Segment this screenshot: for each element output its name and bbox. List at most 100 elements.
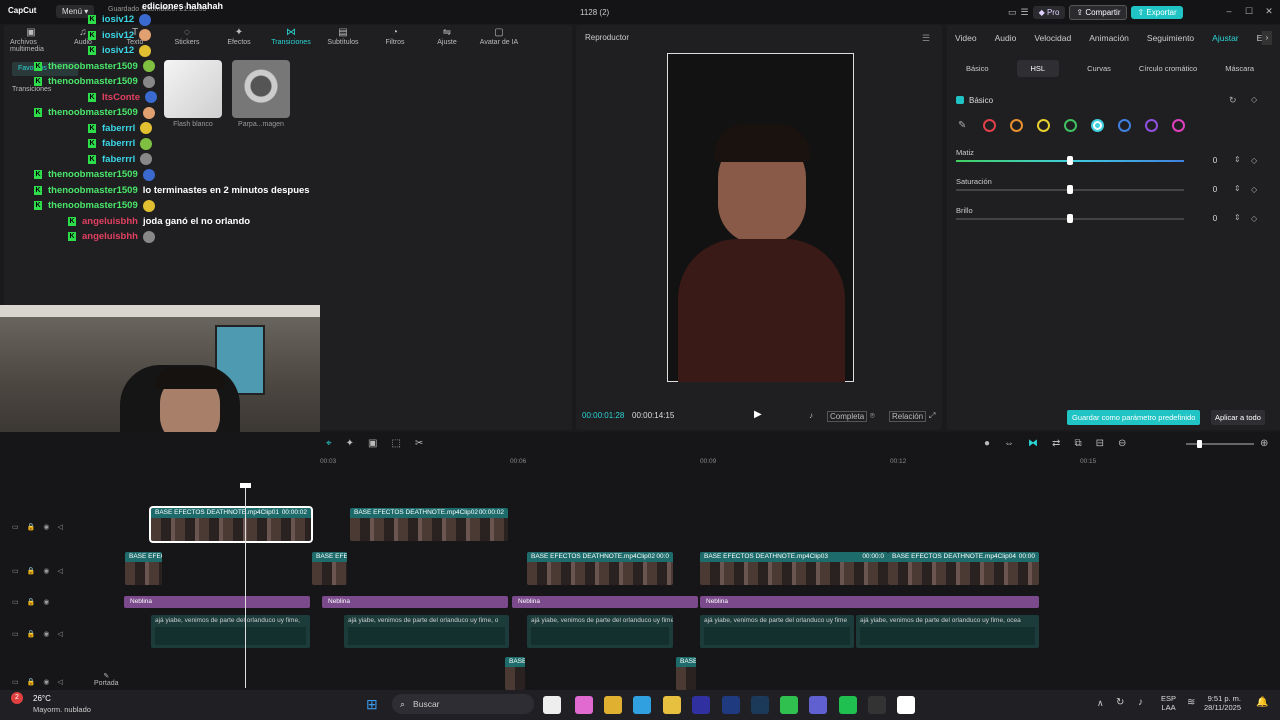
ratio-button[interactable]: Relación (889, 411, 927, 422)
weather-desc[interactable]: Mayorm. nublado (33, 705, 91, 714)
tray-chevron-icon[interactable]: ∧ (1097, 698, 1104, 709)
subtab-4[interactable]: Máscara (1225, 64, 1254, 73)
small-clip[interactable]: BASE I (676, 657, 696, 690)
mic-icon[interactable]: ● (984, 438, 990, 449)
slider-knob[interactable] (1067, 156, 1073, 165)
select-tool-icon[interactable]: ⌖ (326, 438, 332, 449)
slider-track[interactable] (956, 214, 1184, 223)
track-type-icon[interactable]: ▭ (12, 567, 19, 575)
color-swatch[interactable] (983, 119, 996, 132)
stepper-icon[interactable]: ⇕ (1234, 213, 1241, 222)
language-indicator[interactable]: ESP LAA (1161, 694, 1176, 712)
slider-value[interactable]: 0 (1200, 156, 1230, 165)
export-button[interactable]: ⇧ Exportar (1131, 6, 1183, 19)
copilot-icon[interactable] (575, 696, 593, 714)
tab-animación[interactable]: Animación (1089, 33, 1129, 43)
subtab-3[interactable]: Círculo cromático (1139, 64, 1197, 73)
tab-seguimiento[interactable]: Seguimiento (1147, 33, 1194, 43)
spotify-icon[interactable] (839, 696, 857, 714)
audio-icon[interactable]: ◁ (57, 567, 62, 575)
color-swatch[interactable] (1172, 119, 1185, 132)
layout-icon[interactable]: ▭ (1008, 7, 1017, 18)
obs-icon[interactable] (868, 696, 886, 714)
effect-clip[interactable]: Neblina (322, 596, 508, 608)
slider-value[interactable]: 0 (1200, 214, 1230, 223)
magic-icon[interactable]: ✦ (346, 438, 354, 449)
tabs-scroll-icon[interactable]: › (1262, 31, 1272, 45)
shortcut-icon[interactable]: ☰ (1021, 7, 1029, 18)
subtitle-clip[interactable]: ajá yiabe, venimos de parte del orlanduc… (151, 615, 310, 648)
eye-icon[interactable]: ◉ (43, 678, 49, 686)
windows-start-icon[interactable]: ⊞ (366, 696, 378, 713)
share-button[interactable]: ⇪ Compartir (1069, 5, 1128, 20)
video-clip[interactable]: BASE EFEC (312, 552, 347, 585)
zoom-slider-knob[interactable] (1197, 440, 1202, 448)
app-green-icon[interactable] (780, 696, 798, 714)
reset-icon[interactable]: ↻ (1229, 95, 1237, 106)
color-swatch[interactable] (1064, 119, 1077, 132)
tab-ajustar[interactable]: Ajustar (1212, 33, 1238, 43)
track-type-icon[interactable]: ▭ (12, 523, 19, 531)
subtitle-clip[interactable]: ajá yiabe, venimos de parte del orlanduc… (527, 615, 673, 648)
fit-icon[interactable]: ⊟ (1096, 438, 1104, 449)
zoom-out-icon[interactable]: ⊖ (1118, 438, 1126, 449)
slider-knob[interactable] (1067, 214, 1073, 223)
keyframe-icon[interactable]: ◇ (1251, 185, 1257, 194)
maximize-icon[interactable]: ☐ (1242, 6, 1256, 17)
effect-clip[interactable]: Neblina (700, 596, 1039, 608)
fullscreen-icon[interactable]: ⤢ (929, 411, 935, 421)
subtitle-clip[interactable]: ajá yiabe, venimos de parte del orlanduc… (344, 615, 509, 648)
eye-icon[interactable]: ◉ (43, 523, 49, 531)
widgets-icon[interactable] (543, 696, 561, 714)
stepper-icon[interactable]: ⇕ (1234, 184, 1241, 193)
slider-track[interactable] (956, 156, 1184, 165)
playhead[interactable] (245, 483, 246, 688)
apply-all-button[interactable]: Aplicar a todo (1211, 410, 1265, 425)
video-clip[interactable]: BASE EFECTOS DEATHNOTE.mp4Clip02 00:00:02 (350, 508, 508, 541)
slider-value[interactable]: 0 (1200, 185, 1230, 194)
lock-icon[interactable]: 🔒 (27, 598, 36, 606)
video-clip[interactable]: BASE EFECTOS DEATHNOTE.mp4Clip03 00:00:0 (700, 552, 888, 585)
color-swatch[interactable] (1091, 119, 1104, 132)
capcut-icon[interactable] (897, 696, 915, 714)
chrome-icon[interactable] (604, 696, 622, 714)
audio-icon[interactable]: ◁ (57, 523, 62, 531)
slider-knob[interactable] (1067, 185, 1073, 194)
tool-filter[interactable]: ◔ Filtros (374, 27, 416, 53)
pro-button[interactable]: ◆ Pro (1032, 6, 1066, 19)
video-clip[interactable]: BASE EFECTOS DEATHNOTE.mp4Clip01 00:00:02 (149, 506, 313, 543)
subtab-0[interactable]: Básico (966, 64, 989, 73)
tab-audio[interactable]: Audio (995, 33, 1017, 43)
music-icon[interactable]: ♪ (809, 411, 813, 420)
track-type-icon[interactable]: ▭ (12, 678, 19, 686)
snapshot-icon[interactable]: ⌾ (870, 411, 875, 421)
lock-icon[interactable]: 🔒 (27, 630, 36, 638)
freeze-icon[interactable]: ⬚ (391, 438, 400, 449)
tray-app-icon[interactable]: ↻ (1116, 697, 1124, 708)
color-swatch[interactable] (1010, 119, 1023, 132)
save-default-button[interactable]: Guardar como parámetro predefinido (1067, 410, 1201, 425)
close-icon[interactable]: ✕ (1262, 6, 1276, 17)
clock[interactable]: 9:51 p. m. 28/11/2025 (1203, 694, 1241, 712)
subtab-1[interactable]: HSL (1016, 59, 1060, 77)
link-icon[interactable]: ⇔ (1004, 438, 1014, 449)
eye-icon[interactable]: ◉ (43, 598, 49, 606)
tool-adjust[interactable]: ⇋ Ajuste (426, 27, 468, 53)
slider-track[interactable] (956, 185, 1184, 194)
color-swatch[interactable] (1037, 119, 1050, 132)
split-icon[interactable]: ✂ (415, 438, 423, 449)
snap-icon[interactable]: ⧓ (1028, 438, 1038, 449)
effect-clip[interactable]: Neblina (124, 596, 310, 608)
tool-avatar[interactable]: ▢ Avatar de IA (478, 27, 520, 53)
video-preview[interactable] (667, 53, 854, 382)
subtab-2[interactable]: Curvas (1087, 64, 1111, 73)
eye-icon[interactable]: ◉ (43, 630, 49, 638)
tray-mic-icon[interactable]: ♪ (1138, 697, 1143, 708)
video-clip[interactable]: BASE EFEC (125, 552, 162, 585)
full-button[interactable]: Completa (827, 411, 868, 422)
cover-button[interactable]: ✎ Portada (94, 672, 119, 687)
effect-clip[interactable]: Neblina (512, 596, 698, 608)
steam-icon[interactable] (751, 696, 769, 714)
playhead-handle[interactable] (240, 483, 251, 488)
teams-icon[interactable] (809, 696, 827, 714)
